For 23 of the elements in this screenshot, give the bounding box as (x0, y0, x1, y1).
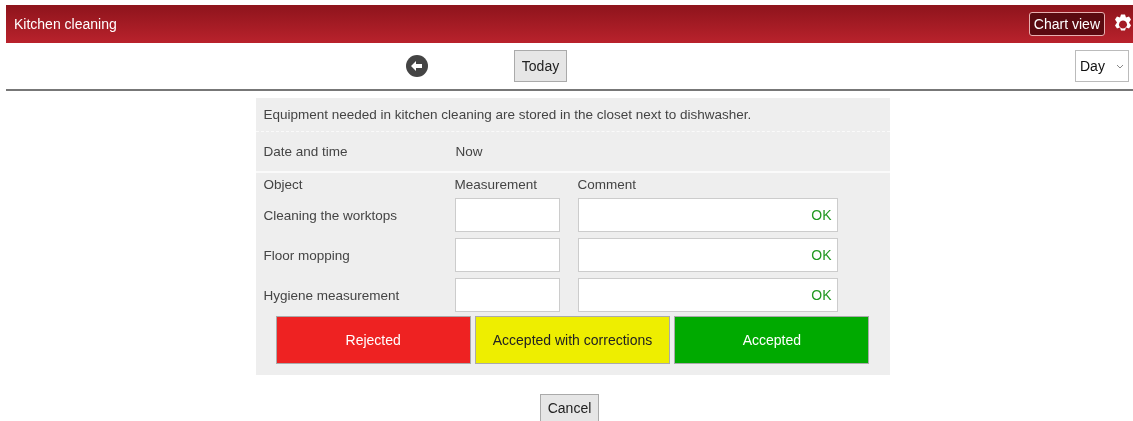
info-text: Equipment needed in kitchen cleaning are stored in the closet next to dishwasher. (263, 107, 752, 122)
field-label: Date and time (263, 144, 349, 159)
measurement-field[interactable] (454, 238, 560, 272)
measurement-field[interactable] (454, 278, 560, 312)
object-label: Hygiene measurement (263, 287, 401, 303)
measurement-field[interactable] (454, 198, 560, 232)
object-label: Cleaning the worktops (263, 207, 399, 223)
column-header: Measurement (454, 177, 539, 192)
status-button[interactable]: Accepted with corrections (474, 316, 671, 364)
object-label: Floor mopping (263, 247, 351, 263)
cancel-button[interactable]: Cancel (539, 394, 600, 421)
column-header: Object (263, 177, 304, 192)
comment-field[interactable]: OK (577, 198, 838, 232)
chart-view-button[interactable]: Chart view (1028, 12, 1105, 36)
period-select[interactable]: Day (1075, 50, 1129, 82)
today-button[interactable]: Today (514, 50, 567, 82)
chevron-down-icon (1116, 63, 1124, 69)
column-header: Comment (577, 177, 637, 192)
status-button[interactable]: Rejected (275, 316, 471, 364)
field-value: Now (455, 144, 484, 159)
comment-field[interactable]: OK (577, 238, 838, 272)
comment-field[interactable]: OK (577, 278, 838, 312)
page-title: Kitchen cleaning (14, 16, 118, 32)
